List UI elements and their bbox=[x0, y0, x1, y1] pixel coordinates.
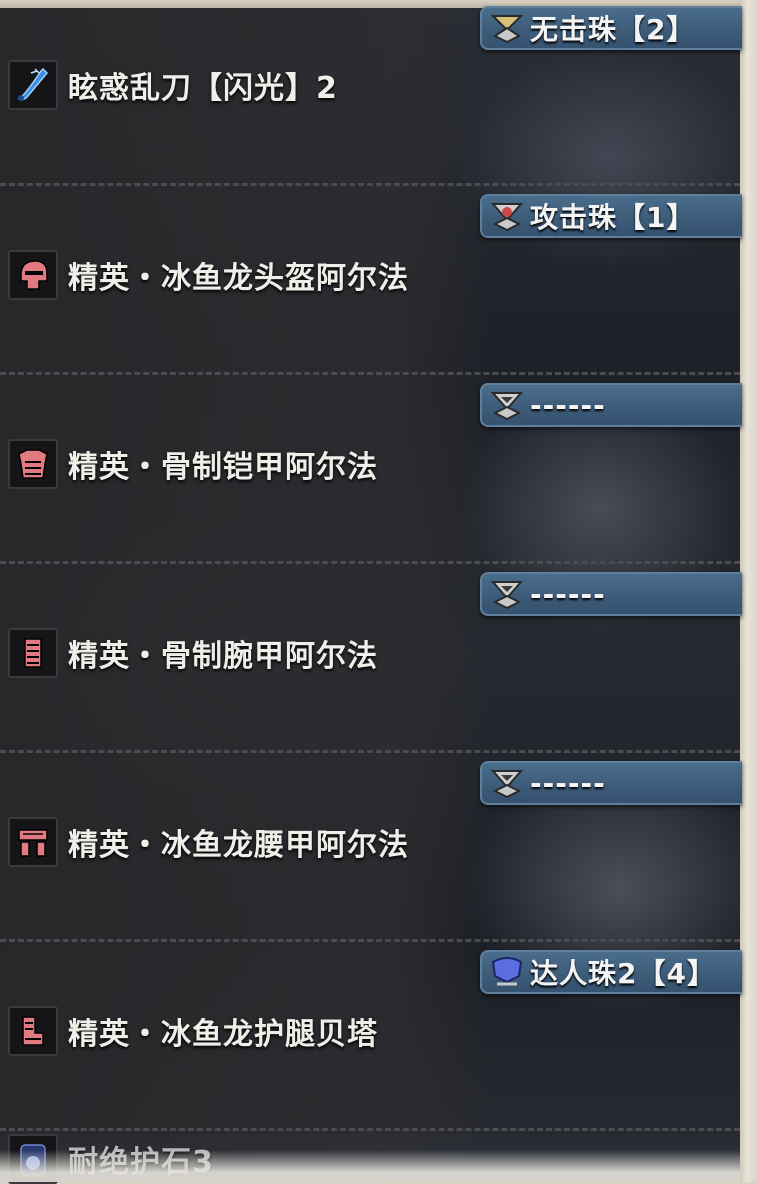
decoration-label: ------ bbox=[530, 577, 606, 611]
divider bbox=[0, 750, 740, 753]
equipment-item[interactable]: 精英・冰鱼龙腰甲阿尔法 bbox=[8, 817, 409, 867]
empty-gem-icon bbox=[488, 766, 526, 800]
equipment-item[interactable]: 眩惑乱刀【闪光】2 bbox=[8, 60, 338, 110]
parchment-border bbox=[740, 0, 758, 1182]
decoration-slot[interactable]: 攻击珠【1】 bbox=[480, 194, 742, 238]
decoration-slot[interactable]: ------ bbox=[480, 572, 742, 616]
equipment-item[interactable]: 精英・骨制腕甲阿尔法 bbox=[8, 628, 378, 678]
equipment-row-waist[interactable]: ------ 精英・冰鱼龙腰甲阿尔法 bbox=[0, 755, 742, 943]
equipment-row-chest[interactable]: ------ 精英・骨制铠甲阿尔法 bbox=[0, 377, 742, 565]
decoration-label: 达人珠2【4】 bbox=[530, 957, 716, 990]
empty-gem-icon bbox=[488, 388, 526, 422]
equipment-item[interactable]: 精英・冰鱼龙头盔阿尔法 bbox=[8, 250, 409, 300]
equipment-item[interactable]: 精英・骨制铠甲阿尔法 bbox=[8, 439, 378, 489]
equipment-row-arms[interactable]: ------ 精英・骨制腕甲阿尔法 bbox=[0, 566, 742, 754]
red-gem-icon bbox=[488, 199, 526, 233]
decoration-label: ------ bbox=[530, 388, 606, 422]
ice-edge bbox=[0, 1150, 740, 1182]
helmet-icon bbox=[8, 250, 58, 300]
equipment-name: 精英・骨制铠甲阿尔法 bbox=[68, 450, 378, 485]
sword-icon bbox=[8, 60, 58, 110]
waist-armor-icon bbox=[8, 817, 58, 867]
equipment-row-weapon[interactable]: 无击珠【2】 眩惑乱刀【闪光】2 bbox=[0, 0, 742, 188]
equipment-row-head[interactable]: 攻击珠【1】 精英・冰鱼龙头盔阿尔法 bbox=[0, 188, 742, 376]
decoration-slot[interactable]: ------ bbox=[480, 383, 742, 427]
leg-armor-icon bbox=[8, 1006, 58, 1056]
empty-gem-icon bbox=[488, 577, 526, 611]
decoration-slot[interactable]: ------ bbox=[480, 761, 742, 805]
decoration-slot[interactable]: 无击珠【2】 bbox=[480, 6, 742, 50]
blue-gem-icon bbox=[488, 955, 526, 989]
decoration-label: ------ bbox=[530, 766, 606, 800]
equipment-row-legs[interactable]: 达人珠2【4】 精英・冰鱼龙护腿贝塔 bbox=[0, 944, 742, 1132]
decoration-slot[interactable]: 达人珠2【4】 bbox=[480, 950, 742, 994]
divider bbox=[0, 939, 740, 942]
decoration-label: 无击珠【2】 bbox=[530, 13, 696, 46]
divider bbox=[0, 372, 740, 375]
equipment-name: 精英・骨制腕甲阿尔法 bbox=[68, 639, 378, 674]
equipment-name: 精英・冰鱼龙腰甲阿尔法 bbox=[68, 828, 409, 863]
divider bbox=[0, 183, 740, 186]
gauntlet-icon bbox=[8, 628, 58, 678]
decoration-label: 攻击珠【1】 bbox=[530, 201, 696, 234]
equipment-name: 眩惑乱刀【闪光】2 bbox=[68, 71, 338, 106]
chest-armor-icon bbox=[8, 439, 58, 489]
equipment-name: 精英・冰鱼龙护腿贝塔 bbox=[68, 1017, 378, 1052]
equipment-name: 精英・冰鱼龙头盔阿尔法 bbox=[68, 261, 409, 296]
divider bbox=[0, 561, 740, 564]
equipment-item[interactable]: 精英・冰鱼龙护腿贝塔 bbox=[8, 1006, 378, 1056]
gold-gem-icon bbox=[488, 11, 526, 45]
